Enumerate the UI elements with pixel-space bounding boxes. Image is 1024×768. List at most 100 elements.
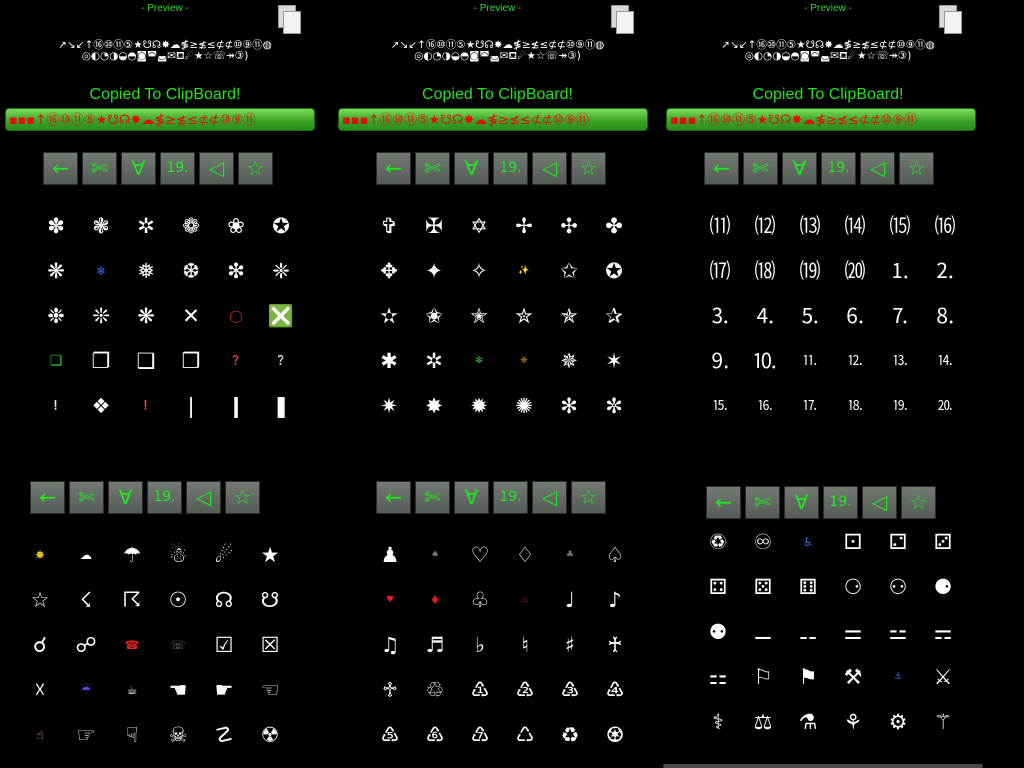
symbol-cell[interactable]: ❕	[36, 386, 76, 426]
back-arrow-button[interactable]: ←	[706, 486, 741, 519]
symbol-cell[interactable]: ✻	[549, 386, 589, 426]
symbol-cell[interactable]: ☌	[20, 625, 60, 665]
symbol-cell[interactable]: ✥	[369, 251, 409, 291]
symbol-cell[interactable]: ♪	[595, 580, 635, 620]
copied-symbols-bar[interactable]: ▪▪▪↑⑯⑩⑪⑤★☋☊✸☁≸≥≴≤⊄⊄⑩⑨⑪	[5, 108, 315, 131]
symbol-cell[interactable]: ⒆	[790, 251, 830, 291]
back-arrow-button[interactable]: ←	[376, 481, 411, 514]
symbol-cell[interactable]: ⒃	[925, 206, 965, 246]
symbol-cell[interactable]: ⒓	[835, 341, 875, 381]
numbers-button[interactable]: 19.	[823, 486, 858, 519]
symbol-cell[interactable]: ♳	[460, 670, 500, 710]
symbol-cell[interactable]: ✦	[414, 251, 454, 291]
copied-symbols-bar[interactable]: ▪▪▪↑⑯⑩⑪⑤★☋☊✸☁≸≥≴≤⊄⊄⑩⑨⑪	[666, 108, 976, 131]
math-symbols-button[interactable]: ∀	[454, 481, 489, 514]
symbol-cell[interactable]: ❔	[261, 341, 301, 381]
symbol-cell[interactable]: ♫	[370, 625, 410, 665]
symbol-cell[interactable]: ⒔	[880, 341, 920, 381]
symbol-cell[interactable]: ✫	[369, 296, 409, 336]
symbol-cell[interactable]: ⑾	[700, 206, 740, 246]
symbol-cell[interactable]: ⒈	[880, 251, 920, 291]
symbol-cell[interactable]: ☢	[250, 715, 290, 755]
shapes-button[interactable]: ◁	[532, 152, 567, 185]
symbol-cell[interactable]: ⚂	[923, 522, 963, 562]
symbol-cell[interactable]: ✽	[36, 206, 76, 246]
scissors-button[interactable]: ✄	[743, 152, 778, 185]
symbol-cell[interactable]: ⒗	[745, 386, 785, 426]
shapes-button[interactable]: ◁	[186, 481, 221, 514]
scissors-button[interactable]: ✄	[745, 486, 780, 519]
symbol-cell[interactable]: ♯	[550, 625, 590, 665]
shapes-button[interactable]: ◁	[862, 486, 897, 519]
symbol-cell[interactable]: ❃	[81, 206, 121, 246]
symbol-cell[interactable]: ⒇	[835, 251, 875, 291]
symbol-cell[interactable]: ❁	[171, 206, 211, 246]
symbol-cell[interactable]: ♥	[370, 580, 410, 620]
symbol-cell[interactable]: ⒘	[790, 386, 830, 426]
symbol-cell[interactable]: ✞	[369, 206, 409, 246]
symbol-cell[interactable]: ❈	[261, 251, 301, 291]
symbol-cell[interactable]: ✲	[126, 206, 166, 246]
symbol-cell[interactable]: ♭	[460, 625, 500, 665]
symbol-cell[interactable]: ♶	[595, 670, 635, 710]
symbol-cell[interactable]: ❐	[81, 341, 121, 381]
symbol-cell[interactable]: ☃	[158, 535, 198, 575]
symbol-cell[interactable]: ⒑	[745, 341, 785, 381]
symbol-cell[interactable]: ♮	[505, 625, 545, 665]
copied-symbols-bar[interactable]: ▪▪▪↑⑯⑩⑪⑤★☋☊✸☁≸≥≴≤⊄⊄⑩⑨⑪	[338, 108, 648, 131]
back-arrow-button[interactable]: ←	[376, 152, 411, 185]
symbol-cell[interactable]: ⚈	[923, 567, 963, 607]
symbol-cell[interactable]: ✮	[504, 296, 544, 336]
symbol-cell[interactable]: ⚎	[923, 612, 963, 652]
symbol-cell[interactable]: ✧	[459, 251, 499, 291]
symbol-cell[interactable]: ✷	[369, 386, 409, 426]
symbol-cell[interactable]: ⒖	[700, 386, 740, 426]
symbol-cell[interactable]: ✯	[549, 296, 589, 336]
symbol-cell[interactable]: ✹	[459, 386, 499, 426]
symbol-cell[interactable]: ⒛	[925, 386, 965, 426]
symbol-cell[interactable]: ✤	[594, 206, 634, 246]
symbol-cell[interactable]: ☡	[204, 715, 244, 755]
symbol-cell[interactable]: ⚆	[833, 567, 873, 607]
symbol-cell[interactable]: ❉	[36, 296, 76, 336]
symbol-cell[interactable]: ❋	[126, 296, 166, 336]
symbol-cell[interactable]: ⒚	[880, 386, 920, 426]
symbol-cell[interactable]: ☁	[66, 535, 106, 575]
symbol-cell[interactable]: ⚙	[878, 702, 918, 742]
scissors-button[interactable]: ✄	[415, 481, 450, 514]
numbers-button[interactable]: 19.	[147, 481, 182, 514]
symbol-cell[interactable]: ♤	[595, 535, 635, 575]
symbol-cell[interactable]: ✼	[594, 386, 634, 426]
symbol-cell[interactable]: ♢	[505, 535, 545, 575]
stars-button[interactable]: ☆	[238, 152, 273, 185]
symbol-cell[interactable]: ☠	[158, 715, 198, 755]
symbol-cell[interactable]: ♟	[370, 535, 410, 575]
copy-document-icon[interactable]	[276, 5, 301, 34]
symbol-cell[interactable]: ✣	[549, 206, 589, 246]
symbol-cell[interactable]: ✰	[594, 296, 634, 336]
symbol-cell[interactable]: ☕	[112, 670, 152, 710]
symbol-cell[interactable]: ⚚	[923, 702, 963, 742]
symbol-cell[interactable]: ♨	[505, 580, 545, 620]
symbol-cell[interactable]: ✭	[459, 296, 499, 336]
symbol-cell[interactable]: ⚊	[743, 612, 783, 652]
symbol-cell[interactable]: ⒍	[835, 296, 875, 336]
symbol-cell[interactable]: ✲	[414, 341, 454, 381]
symbol-cell[interactable]: ☎	[112, 625, 152, 665]
symbol-cell[interactable]: ♺	[505, 715, 545, 755]
symbol-cell[interactable]: ♣	[550, 535, 590, 575]
symbol-cell[interactable]: ❗	[126, 386, 166, 426]
symbol-cell[interactable]: ⒉	[925, 251, 965, 291]
symbol-cell[interactable]: ♦	[415, 580, 455, 620]
math-symbols-button[interactable]: ∀	[782, 152, 817, 185]
horizontal-scrollbar[interactable]	[663, 764, 983, 768]
scissors-button[interactable]: ✄	[82, 152, 117, 185]
numbers-button[interactable]: 19.	[821, 152, 856, 185]
symbol-cell[interactable]: ✵	[549, 341, 589, 381]
stars-button[interactable]: ☆	[225, 481, 260, 514]
symbol-cell[interactable]: ⚀	[833, 522, 873, 562]
scissors-button[interactable]: ✄	[415, 152, 450, 185]
symbol-cell[interactable]: ✸	[414, 386, 454, 426]
symbol-cell[interactable]: ☑	[204, 625, 244, 665]
symbol-cell[interactable]: ♹	[460, 715, 500, 755]
